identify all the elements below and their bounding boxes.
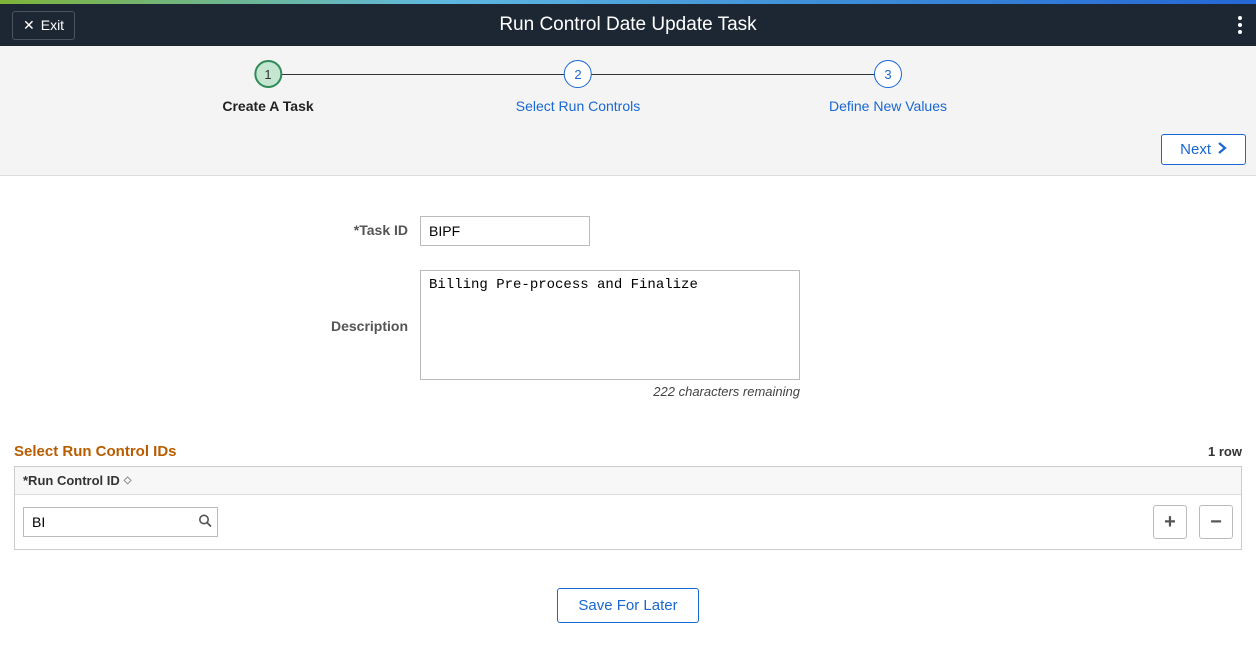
row-count: 1 row [1208, 444, 1242, 459]
step-number: 1 [254, 60, 282, 88]
grid-header: *Run Control ID ◇ [15, 467, 1241, 495]
run-control-id-column-header[interactable]: *Run Control ID ◇ [23, 473, 131, 488]
exit-label: Exit [41, 17, 64, 33]
step-number: 2 [564, 60, 592, 88]
step-define-new-values[interactable]: 3 Define New Values [829, 60, 947, 114]
next-button[interactable]: Next [1161, 134, 1246, 165]
step-track: 1 Create A Task 2 Select Run Controls 3 … [168, 60, 1088, 130]
step-number: 3 [874, 60, 902, 88]
close-icon: ✕ [23, 17, 35, 34]
sort-icon: ◇ [124, 475, 132, 486]
next-label: Next [1180, 141, 1211, 158]
description-textarea[interactable] [420, 270, 800, 380]
task-id-label: *Task ID [20, 216, 420, 238]
minus-icon: − [1210, 511, 1222, 534]
step-label: Create A Task [222, 98, 313, 114]
step-create-task[interactable]: 1 Create A Task [222, 60, 313, 114]
stepper-area: 1 Create A Task 2 Select Run Controls 3 … [0, 46, 1256, 176]
run-control-id-input[interactable] [23, 507, 218, 537]
description-label: Description [20, 270, 420, 334]
select-run-control-ids-title: Select Run Control IDs [14, 443, 177, 460]
step-select-run-controls[interactable]: 2 Select Run Controls [516, 60, 641, 114]
page-title: Run Control Date Update Task [499, 14, 756, 36]
actions-menu-icon[interactable] [1238, 16, 1242, 34]
exit-button[interactable]: ✕ Exit [12, 11, 75, 40]
task-id-input[interactable] [420, 216, 590, 246]
plus-icon: + [1164, 511, 1176, 534]
grid-row: + − [15, 495, 1241, 549]
lookup-icon[interactable] [198, 514, 212, 531]
page-header: ✕ Exit Run Control Date Update Task [0, 4, 1256, 46]
save-for-later-button[interactable]: Save For Later [557, 588, 698, 623]
step-label: Select Run Controls [516, 98, 641, 114]
step-label: Define New Values [829, 98, 947, 114]
characters-remaining: 222 characters remaining [653, 384, 800, 399]
form-area: *Task ID Description 222 characters rema… [0, 176, 1256, 443]
run-control-grid: *Run Control ID ◇ + − [14, 466, 1242, 550]
chevron-right-icon [1217, 141, 1227, 158]
delete-row-button[interactable]: − [1199, 505, 1233, 539]
add-row-button[interactable]: + [1153, 505, 1187, 539]
